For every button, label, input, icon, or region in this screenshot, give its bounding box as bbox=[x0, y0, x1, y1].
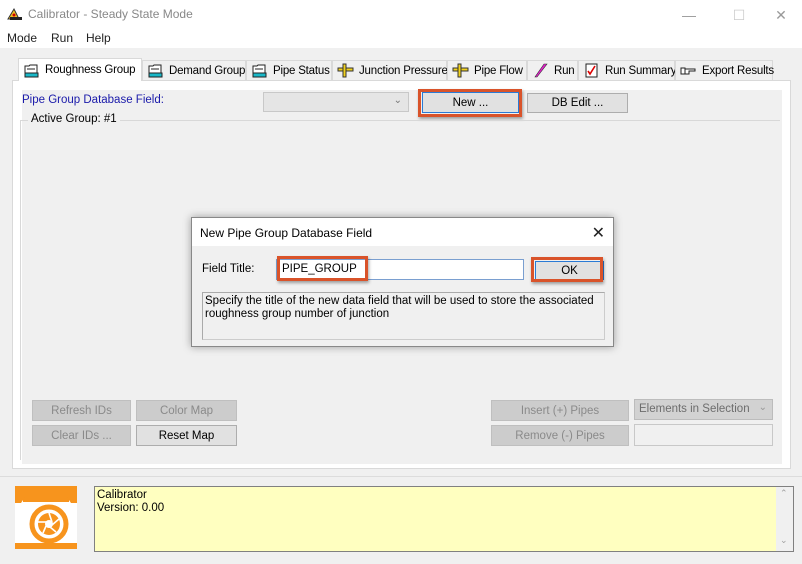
tab-label: Demand Group bbox=[169, 64, 246, 77]
color-map-label: Color Map bbox=[159, 404, 214, 417]
maximize-icon: ☐ bbox=[732, 6, 746, 23]
ok-button[interactable]: OK bbox=[535, 261, 604, 280]
camera-logo-icon bbox=[15, 486, 77, 549]
menu-run[interactable]: Run bbox=[51, 31, 73, 45]
insert-pipes-label: Insert (+) Pipes bbox=[520, 404, 600, 417]
tab-label: Pipe Flow bbox=[474, 64, 523, 77]
info-scrollbar[interactable]: ⌃ ⌄ bbox=[776, 487, 793, 551]
tab-label: Run bbox=[554, 64, 575, 77]
field-title-input[interactable]: PIPE_GROUP bbox=[276, 259, 524, 280]
chevron-down-icon: ⌄ bbox=[758, 402, 767, 413]
tab-label: Run Summary bbox=[605, 64, 677, 77]
tab-label: Pipe Status bbox=[273, 64, 330, 77]
active-group-frame-left bbox=[20, 120, 21, 460]
dialog-title-bar: New Pipe Group Database Field ✕ bbox=[192, 218, 613, 246]
tab-roughness-group[interactable]: Roughness Group bbox=[18, 58, 142, 81]
active-group-label: Active Group: #1 bbox=[28, 113, 120, 125]
tab-pipe-flow[interactable]: Pipe Flow bbox=[447, 60, 527, 80]
dialog-description: Specify the title of the new data field … bbox=[202, 292, 605, 340]
refresh-ids-button[interactable]: Refresh IDs bbox=[32, 400, 131, 421]
tab-run-summary[interactable]: Run Summary bbox=[578, 60, 677, 80]
close-button[interactable]: ✕ bbox=[758, 0, 802, 30]
tab-pipe-status[interactable]: Pipe Status bbox=[246, 60, 332, 80]
clear-ids-label: Clear IDs ... bbox=[51, 429, 112, 442]
scroll-up-icon[interactable]: ⌃ bbox=[780, 488, 788, 499]
bottom-separator bbox=[0, 476, 802, 477]
color-map-button[interactable]: Color Map bbox=[136, 400, 237, 421]
remove-pipes-label: Remove (-) Pipes bbox=[515, 429, 605, 442]
maximize-button[interactable]: ☐ bbox=[716, 0, 762, 30]
app-icon bbox=[7, 7, 22, 20]
tab-run[interactable]: Run bbox=[527, 60, 578, 80]
tab-label: Export Results bbox=[702, 64, 774, 77]
ruler-icon bbox=[337, 63, 354, 78]
title-bar: Calibrator - Steady State Mode — ☐ ✕ bbox=[0, 0, 802, 30]
chevron-down-icon: ⌄ bbox=[393, 95, 402, 106]
remove-pipes-button[interactable]: Remove (-) Pipes bbox=[491, 425, 629, 446]
reset-map-label: Reset Map bbox=[158, 429, 215, 442]
info-app-name: Calibrator bbox=[97, 489, 147, 501]
refresh-ids-label: Refresh IDs bbox=[51, 404, 112, 417]
menu-bar: Mode Run Help bbox=[0, 30, 802, 48]
info-text: Calibrator Version: 0.00 bbox=[97, 489, 164, 515]
active-group-frame bbox=[20, 120, 780, 121]
folder-icon bbox=[148, 64, 163, 78]
pipe-group-db-field-select[interactable]: ⌄ bbox=[263, 92, 409, 112]
pointing-hand-icon bbox=[680, 67, 696, 75]
dialog-close-icon[interactable]: ✕ bbox=[592, 223, 605, 243]
folder-icon bbox=[252, 64, 267, 78]
dialog-title: New Pipe Group Database Field bbox=[200, 226, 373, 240]
new-button-label: New ... bbox=[452, 96, 489, 109]
minimize-button[interactable]: — bbox=[666, 0, 712, 30]
field-title-value: PIPE_GROUP bbox=[282, 263, 357, 275]
elements-in-selection-select[interactable]: Elements in Selection ⌄ bbox=[634, 399, 773, 420]
db-edit-button[interactable]: DB Edit ... bbox=[527, 93, 628, 113]
window-title: Calibrator - Steady State Mode bbox=[28, 7, 193, 21]
new-pipe-group-dialog: New Pipe Group Database Field ✕ Field Ti… bbox=[191, 217, 614, 347]
tab-demand-group[interactable]: Demand Group bbox=[142, 60, 246, 80]
calibrator-window: Calibrator - Steady State Mode — ☐ ✕ Mod… bbox=[0, 0, 802, 564]
tab-export-results[interactable]: Export Results bbox=[675, 60, 774, 80]
menu-help[interactable]: Help bbox=[86, 31, 111, 45]
new-button[interactable]: New ... bbox=[422, 92, 519, 113]
info-version: Version: 0.00 bbox=[97, 502, 165, 514]
reset-map-button[interactable]: Reset Map bbox=[136, 425, 237, 446]
folder-icon bbox=[24, 64, 39, 77]
selection-text-input[interactable] bbox=[634, 424, 773, 446]
checklist-icon bbox=[585, 63, 598, 78]
db-edit-button-label: DB Edit ... bbox=[551, 97, 604, 109]
menu-mode[interactable]: Mode bbox=[7, 31, 37, 45]
tab-label: Roughness Group bbox=[45, 64, 136, 76]
info-panel: Calibrator Version: 0.00 ⌃ ⌄ bbox=[94, 486, 794, 552]
pipe-group-db-field-label: Pipe Group Database Field: bbox=[22, 94, 164, 106]
dialog-description-text: Specify the title of the new data field … bbox=[205, 295, 594, 320]
field-title-label: Field Title: bbox=[202, 263, 255, 275]
tab-junction-pressure[interactable]: Junction Pressure bbox=[332, 60, 448, 80]
ruler-icon bbox=[452, 63, 469, 78]
tab-label: Junction Pressure bbox=[359, 64, 448, 77]
insert-pipes-button[interactable]: Insert (+) Pipes bbox=[491, 400, 629, 421]
minimize-icon: — bbox=[682, 7, 696, 23]
ok-button-label: OK bbox=[561, 264, 578, 277]
close-icon: ✕ bbox=[775, 6, 787, 23]
lightning-icon bbox=[534, 63, 548, 78]
clear-ids-button[interactable]: Clear IDs ... bbox=[32, 425, 131, 446]
scroll-down-icon[interactable]: ⌄ bbox=[780, 535, 788, 546]
selection-combo-value: Elements in Selection bbox=[639, 403, 750, 415]
